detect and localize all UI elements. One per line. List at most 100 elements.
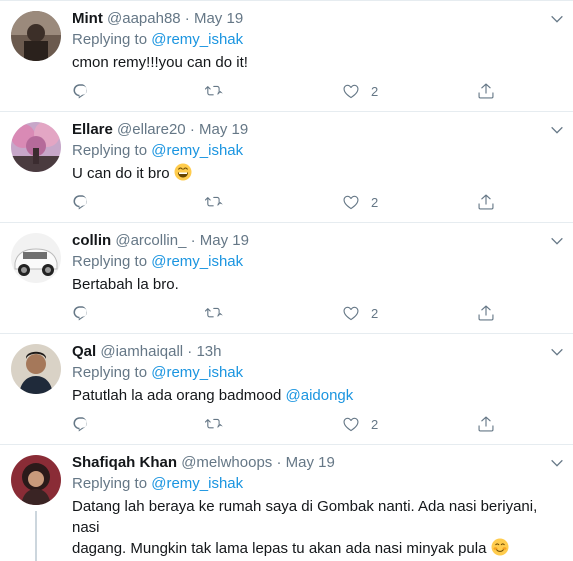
reply-to-mention[interactable]: @remy_ishak (151, 364, 243, 381)
tweet-actions: 2 (72, 303, 512, 323)
share-icon (477, 82, 495, 100)
tweet-text: Datang lah beraya ke rumah saya di Gomba… (72, 496, 547, 559)
share-icon (477, 304, 495, 322)
reply-to-mention[interactable]: @remy_ishak (151, 31, 243, 48)
reply-icon (72, 415, 90, 433)
reply-icon (72, 193, 90, 211)
tweet-qal[interactable]: Qal @iamhaiqall · 13h Replying to @remy_… (0, 334, 573, 445)
user-handle[interactable]: @ellare20 (117, 121, 186, 138)
tweet-text-content: U can do it bro (72, 165, 170, 182)
like-count: 2 (371, 83, 379, 99)
like-button[interactable]: 2 (342, 414, 378, 434)
reply-to-mention[interactable]: @remy_ishak (151, 475, 243, 492)
user-handle[interactable]: @aapah88 (107, 10, 181, 27)
thread-line (35, 511, 37, 561)
chevron-down-icon[interactable] (549, 233, 565, 249)
reply-icon (72, 82, 90, 100)
tweet-actions: 2 (72, 81, 512, 101)
reply-button[interactable] (72, 192, 90, 212)
avatar[interactable] (11, 344, 61, 394)
display-name[interactable]: Qal (72, 343, 96, 360)
like-count: 2 (371, 194, 379, 210)
smiling-face-icon (491, 538, 509, 556)
display-name[interactable]: Mint (72, 10, 103, 27)
timestamp[interactable]: May 19 (286, 454, 335, 471)
reply-to-mention[interactable]: @remy_ishak (151, 253, 243, 270)
reply-button[interactable] (72, 303, 90, 323)
heart-icon (342, 304, 360, 322)
timestamp[interactable]: May 19 (199, 121, 248, 138)
share-icon (477, 193, 495, 211)
heart-icon (342, 193, 360, 211)
grinning-face-icon (174, 163, 192, 181)
user-handle[interactable]: @iamhaiqall (100, 343, 183, 360)
tweet-ellare[interactable]: Ellare @ellare20 · May 19 Replying to @r… (0, 112, 573, 223)
retweet-icon (205, 304, 223, 322)
replying-to: Replying to @remy_ishak (72, 30, 243, 50)
chevron-down-icon[interactable] (549, 122, 565, 138)
tweet-text-content: dagang. Mungkin tak lama lepas tu akan a… (72, 540, 487, 557)
tweet-header: collin @arcollin_ · May 19 (72, 231, 543, 251)
share-button[interactable] (477, 414, 495, 434)
share-button[interactable] (477, 303, 495, 323)
user-handle[interactable]: @melwhoops (181, 454, 272, 471)
tweet-header: Shafiqah Khan @melwhoops · May 19 (72, 453, 543, 473)
tweet-header: Mint @aapah88 · May 19 (72, 9, 543, 29)
chevron-down-icon[interactable] (549, 344, 565, 360)
timestamp[interactable]: May 19 (194, 10, 243, 27)
display-name[interactable]: collin (72, 232, 111, 249)
tweet-text: Patutlah la ada orang badmood @aidongk (72, 385, 547, 406)
separator-dot: · (184, 10, 190, 27)
like-button[interactable]: 2 (342, 81, 378, 101)
replying-to-label: Replying to (72, 31, 148, 48)
tweet-actions: 2 (72, 192, 512, 212)
retweet-icon (205, 82, 223, 100)
reply-button[interactable] (72, 81, 90, 101)
tweet-text: U can do it bro (72, 163, 547, 184)
retweet-button[interactable] (205, 414, 223, 434)
reply-icon (72, 304, 90, 322)
replying-to-label: Replying to (72, 142, 148, 159)
user-handle[interactable]: @arcollin_ (115, 232, 186, 249)
like-button[interactable]: 2 (342, 303, 378, 323)
timestamp[interactable]: 13h (196, 343, 221, 360)
separator-dot: · (189, 121, 195, 138)
tweet-shafiqah[interactable]: Shafiqah Khan @melwhoops · May 19 Replyi… (0, 445, 573, 561)
reply-to-mention[interactable]: @remy_ishak (151, 142, 243, 159)
tweet-text-line: Datang lah beraya ke rumah saya di Gomba… (72, 498, 538, 536)
chevron-down-icon[interactable] (549, 455, 565, 471)
replying-to: Replying to @remy_ishak (72, 252, 243, 272)
replying-to-label: Replying to (72, 475, 148, 492)
share-button[interactable] (477, 81, 495, 101)
heart-icon (342, 82, 360, 100)
replying-to: Replying to @remy_ishak (72, 474, 243, 494)
display-name[interactable]: Ellare (72, 121, 113, 138)
retweet-button[interactable] (205, 303, 223, 323)
chevron-down-icon[interactable] (549, 11, 565, 27)
reply-button[interactable] (72, 414, 90, 434)
heart-icon (342, 415, 360, 433)
separator-dot: · (187, 343, 193, 360)
share-button[interactable] (477, 192, 495, 212)
mention-link[interactable]: @aidongk (286, 387, 354, 404)
tweet-header: Qal @iamhaiqall · 13h (72, 342, 543, 362)
like-button[interactable]: 2 (342, 192, 378, 212)
like-count: 2 (371, 416, 379, 432)
retweet-button[interactable] (205, 81, 223, 101)
separator-dot: · (276, 454, 282, 471)
share-icon (477, 415, 495, 433)
tweet-collin[interactable]: collin @arcollin_ · May 19 Replying to @… (0, 223, 573, 334)
display-name[interactable]: Shafiqah Khan (72, 454, 177, 471)
tweet-header: Ellare @ellare20 · May 19 (72, 120, 543, 140)
avatar[interactable] (11, 233, 61, 283)
retweet-button[interactable] (205, 192, 223, 212)
avatar[interactable] (11, 455, 61, 505)
tweet-mint[interactable]: Mint @aapah88 · May 19 Replying to @remy… (0, 1, 573, 112)
timestamp[interactable]: May 19 (200, 232, 249, 249)
replying-to-label: Replying to (72, 364, 148, 381)
tweet-text-line: dagang. Mungkin tak lama lepas tu akan a… (72, 538, 547, 559)
tweet-text: Bertabah la bro. (72, 276, 179, 293)
avatar[interactable] (11, 122, 61, 172)
avatar[interactable] (11, 11, 61, 61)
retweet-icon (205, 193, 223, 211)
